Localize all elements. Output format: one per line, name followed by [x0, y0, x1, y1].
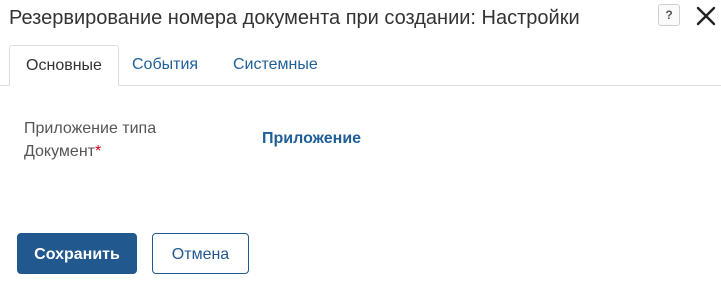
- settings-dialog: Резервирование номера документа при созд…: [0, 0, 721, 283]
- tab-main[interactable]: Основные: [9, 45, 119, 86]
- field-label: Приложение типа Документ*: [24, 117, 224, 163]
- close-icon: [696, 6, 716, 26]
- help-button[interactable]: ?: [658, 4, 680, 26]
- tab-system[interactable]: Системные: [233, 45, 318, 86]
- cancel-button[interactable]: Отмена: [152, 233, 249, 274]
- field-label-line2: Документ: [24, 143, 95, 160]
- tab-events[interactable]: События: [132, 45, 198, 86]
- tab-bar: Основные События Системные: [0, 45, 721, 86]
- field-label-line1: Приложение типа: [24, 120, 157, 137]
- dialog-title: Резервирование номера документа при созд…: [9, 7, 580, 29]
- required-marker: *: [94, 143, 102, 160]
- close-button[interactable]: [695, 5, 717, 27]
- app-type-link[interactable]: Приложение: [262, 128, 361, 150]
- question-mark-icon: ?: [665, 8, 673, 22]
- save-button[interactable]: Сохранить: [17, 233, 137, 274]
